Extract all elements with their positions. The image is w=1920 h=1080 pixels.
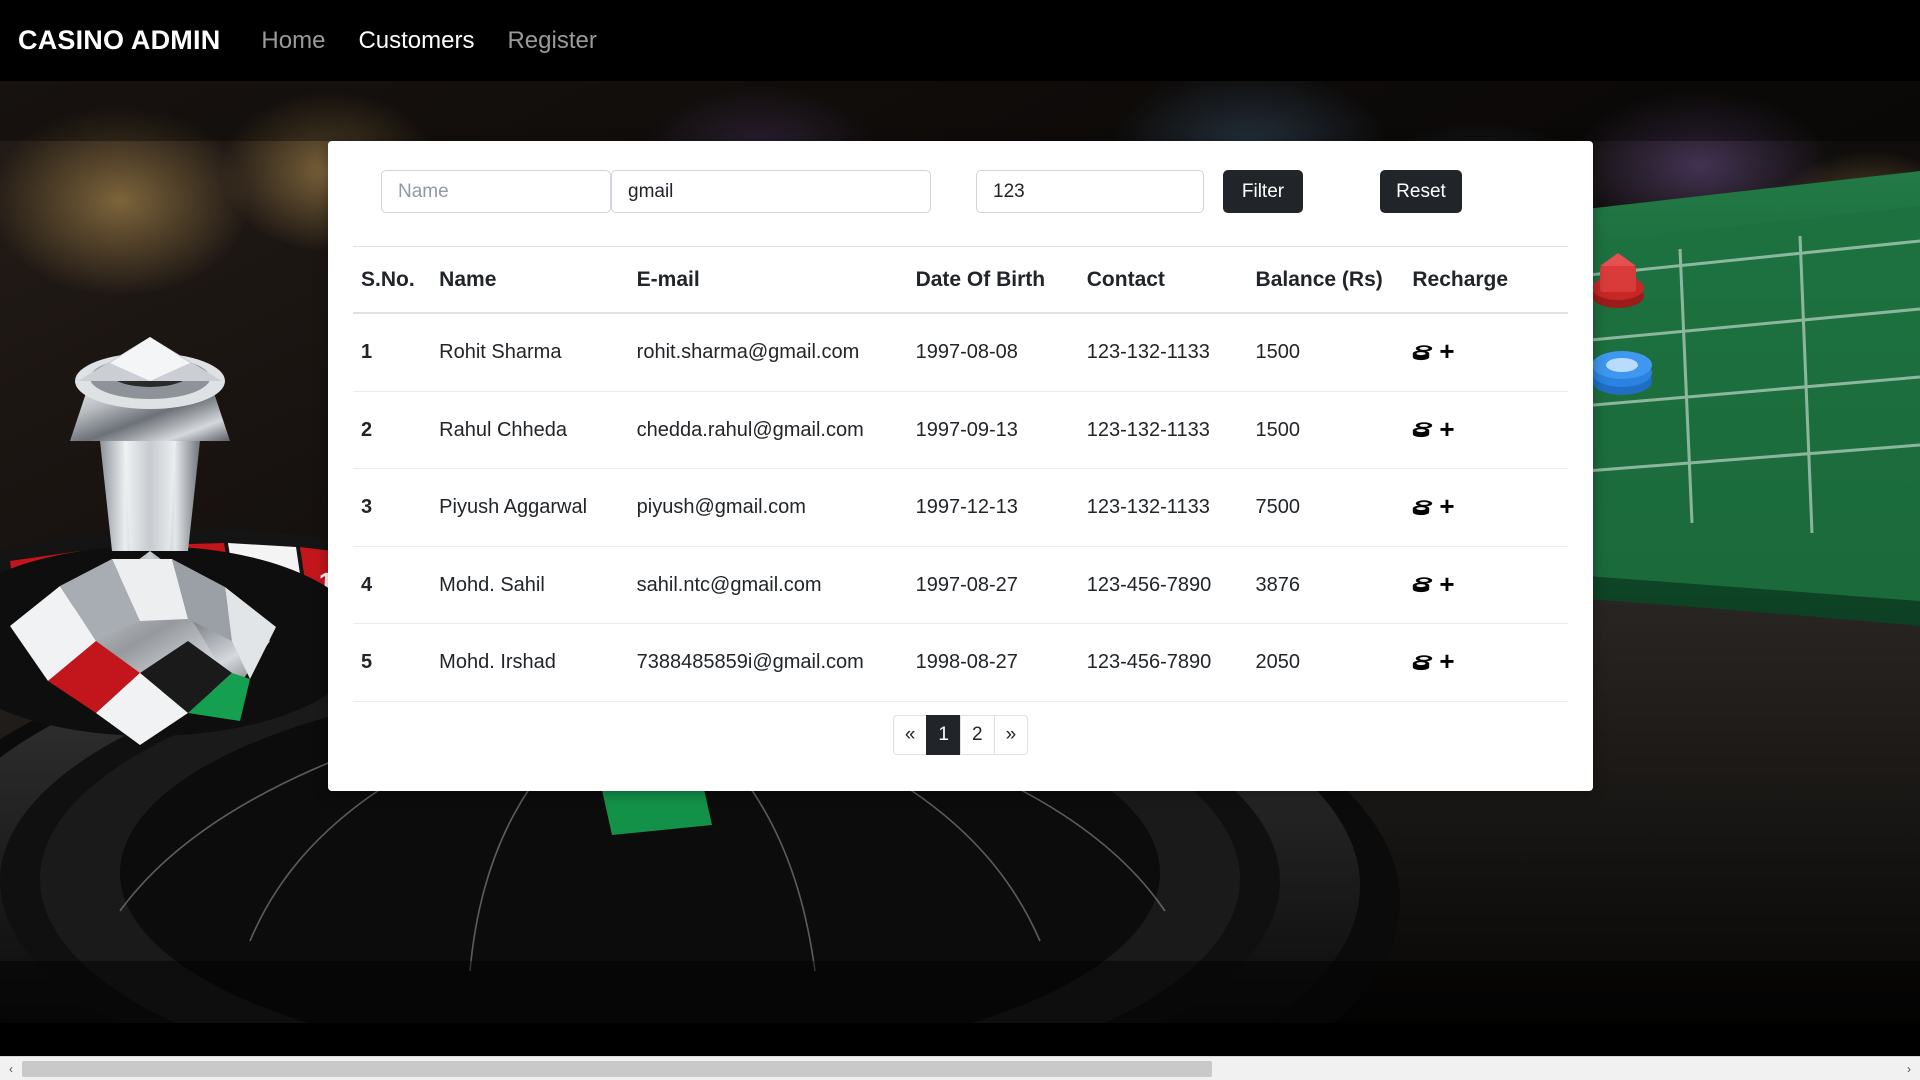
- cell-name: Mohd. Sahil: [439, 546, 637, 624]
- header-email: E-mail: [636, 246, 916, 314]
- brand-title[interactable]: CASINO ADMIN: [18, 25, 220, 56]
- email-filter-input[interactable]: [611, 170, 931, 213]
- cell-name: Rahul Chheda: [439, 391, 637, 469]
- header-contact: Contact: [1086, 246, 1256, 314]
- table-head: S.No. Name E-mail Date Of Birth Contact …: [353, 246, 1568, 314]
- contact-filter-input[interactable]: [976, 170, 1204, 213]
- cell-recharge: +: [1412, 391, 1568, 469]
- header-name: Name: [439, 246, 637, 314]
- plus-glyph: +: [1439, 413, 1455, 444]
- header-balance: Balance (Rs): [1255, 246, 1413, 314]
- scrollbar-thumb[interactable]: [22, 1060, 1212, 1077]
- customers-panel: Filter Reset S.No. Name E-mail Date Of B…: [328, 141, 1593, 791]
- reset-button[interactable]: Reset: [1380, 170, 1462, 213]
- filter-bar: Filter Reset: [328, 141, 1593, 246]
- cell-email: 7388485859i@gmail.com: [636, 623, 916, 702]
- cell-dob: 1998-08-27: [915, 623, 1087, 702]
- cell-contact: 123-132-1133: [1086, 468, 1256, 547]
- coins-plus-icon[interactable]: +: [1412, 491, 1455, 521]
- coins-plus-icon[interactable]: +: [1412, 646, 1455, 676]
- table-row: 3 Piyush Aggarwal piyush@gmail.com 1997-12-…: [353, 468, 1568, 547]
- header-recharge: Recharge: [1412, 246, 1568, 314]
- cell-dob: 1997-08-27: [915, 546, 1087, 624]
- table-row: 5 Mohd. Irshad 7388485859i@gmail.com 1998-0…: [353, 623, 1568, 702]
- table-row: 1 Rohit Sharma rohit.sharma@gmail.com 1997-…: [353, 313, 1568, 392]
- coins-plus-icon[interactable]: +: [1412, 413, 1455, 444]
- cell-contact: 123-132-1133: [1086, 391, 1256, 469]
- cell-balance: 7500: [1255, 468, 1413, 547]
- cell-sno: 3: [353, 468, 440, 547]
- cell-recharge: +: [1412, 546, 1568, 624]
- table-row: 4 Mohd. Sahil sahil.ntc@gmail.com 1997-08-2…: [353, 546, 1568, 624]
- cell-dob: 1997-08-08: [915, 313, 1087, 392]
- cell-dob: 1997-12-13: [915, 468, 1087, 547]
- cell-recharge: +: [1412, 468, 1568, 547]
- cell-recharge: +: [1412, 313, 1568, 392]
- cell-contact: 123-456-7890: [1086, 623, 1256, 702]
- coins-plus-icon[interactable]: +: [1412, 568, 1455, 599]
- plus-glyph: +: [1439, 568, 1455, 599]
- cell-email: rohit.sharma@gmail.com: [636, 313, 916, 392]
- pagination: « 1 2 »: [328, 715, 1593, 755]
- coins-plus-icon[interactable]: +: [1412, 336, 1455, 366]
- cell-sno: 5: [353, 623, 440, 702]
- nav-link-home[interactable]: Home: [261, 27, 325, 55]
- table-header-row: S.No. Name E-mail Date Of Birth Contact …: [353, 246, 1568, 314]
- nav-link-register[interactable]: Register: [507, 27, 596, 55]
- pagination-next[interactable]: »: [993, 715, 1029, 755]
- header-sno: S.No.: [353, 246, 440, 314]
- app-viewport: 33 20 1 8: [0, 0, 1920, 1080]
- plus-glyph: +: [1439, 646, 1455, 676]
- pagination-page-2[interactable]: 2: [960, 715, 995, 755]
- plus-glyph: +: [1439, 491, 1455, 521]
- cell-balance: 2050: [1255, 623, 1413, 702]
- cell-sno: 2: [353, 391, 440, 469]
- cell-email: piyush@gmail.com: [636, 468, 916, 547]
- cell-sno: 4: [353, 546, 440, 624]
- scrollbar-track[interactable]: [22, 1057, 1898, 1080]
- cell-sno: 1: [353, 313, 440, 392]
- plus-glyph: +: [1439, 336, 1455, 366]
- customers-table: S.No. Name E-mail Date Of Birth Contact …: [353, 246, 1568, 702]
- table-row: 2 Rahul Chheda chedda.rahul@gmail.com 1997-…: [353, 391, 1568, 469]
- cell-name: Rohit Sharma: [439, 313, 637, 392]
- table-body: 1 Rohit Sharma rohit.sharma@gmail.com 1997-…: [353, 313, 1568, 702]
- cell-contact: 123-132-1133: [1086, 313, 1256, 392]
- pagination-page-1[interactable]: 1: [926, 715, 961, 755]
- horizontal-scrollbar[interactable]: ‹ ›: [0, 1056, 1920, 1080]
- cell-recharge: +: [1412, 623, 1568, 702]
- cell-name: Piyush Aggarwal: [439, 468, 637, 547]
- scroll-left-arrow-icon[interactable]: ‹: [0, 1057, 22, 1080]
- cell-balance: 1500: [1255, 313, 1413, 392]
- pagination-prev[interactable]: «: [892, 715, 928, 755]
- header-dob: Date Of Birth: [915, 246, 1087, 314]
- cell-balance: 1500: [1255, 391, 1413, 469]
- name-filter-input[interactable]: [381, 170, 611, 213]
- scroll-right-arrow-icon[interactable]: ›: [1898, 1057, 1920, 1080]
- nav-link-customers[interactable]: Customers: [358, 27, 474, 55]
- cell-email: chedda.rahul@gmail.com: [636, 391, 916, 469]
- cell-balance: 3876: [1255, 546, 1413, 624]
- filter-button[interactable]: Filter: [1223, 170, 1303, 213]
- cell-contact: 123-456-7890: [1086, 546, 1256, 624]
- top-navbar: CASINO ADMIN Home Customers Register: [0, 0, 1920, 81]
- cell-email: sahil.ntc@gmail.com: [636, 546, 916, 624]
- cell-dob: 1997-09-13: [915, 391, 1087, 469]
- cell-name: Mohd. Irshad: [439, 623, 637, 702]
- pagination-list: « 1 2 »: [892, 715, 1029, 755]
